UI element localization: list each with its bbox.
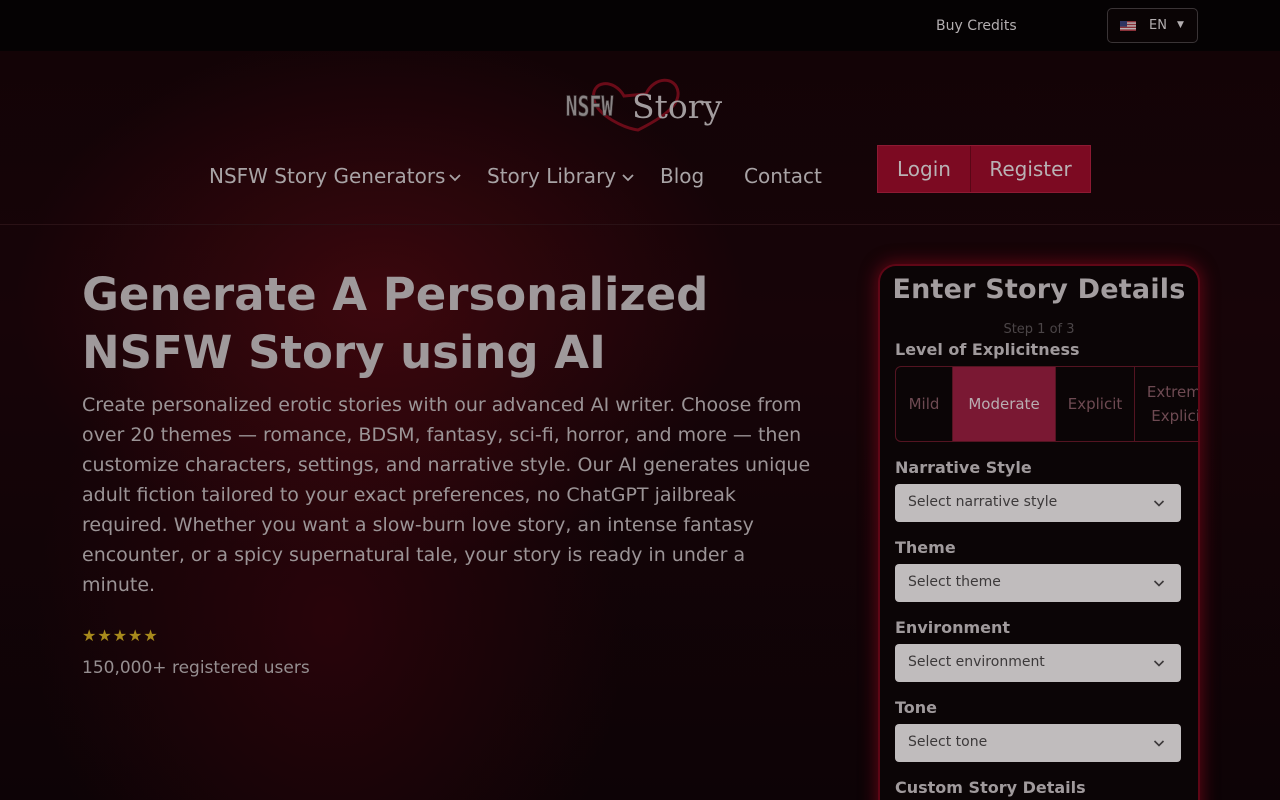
story-details-panel: Enter Story Details Step 1 of 3 Level of… — [880, 266, 1198, 800]
hero-title: Generate A Personalized NSFW Story using… — [82, 266, 782, 382]
nav-story-library[interactable]: Story Library — [487, 164, 616, 188]
caret-down-icon: ▼ — [1177, 20, 1184, 30]
nsfw-story-logo[interactable]: NSFW Story — [562, 72, 722, 134]
nav-blog[interactable]: Blog — [660, 164, 704, 188]
theme-label: Theme — [895, 538, 956, 557]
buy-credits-link[interactable]: Buy Credits — [936, 18, 1017, 34]
environment-select[interactable]: Select environment — [895, 644, 1181, 682]
narrative-style-value: Select narrative style — [908, 494, 1058, 510]
explicitness-option-mild[interactable]: Mild — [896, 367, 953, 441]
top-bar: Buy Credits EN ▼ — [0, 0, 1280, 51]
custom-details-label: Custom Story Details — [895, 778, 1086, 797]
us-flag-icon — [1120, 21, 1136, 31]
hero-title-line-2: NSFW Story using AI — [82, 326, 606, 379]
narrative-style-label: Narrative Style — [895, 458, 1032, 477]
svg-text:NSFW: NSFW — [566, 91, 614, 123]
star-icon: ★ — [82, 626, 97, 645]
star-icon: ★ — [112, 626, 128, 645]
star-icon: ★ — [97, 626, 112, 645]
hero-title-line-1: Generate A Personalized — [82, 268, 709, 321]
theme-select[interactable]: Select theme — [895, 564, 1181, 602]
tone-select[interactable]: Select tone — [895, 724, 1181, 762]
panel-title: Enter Story Details — [892, 274, 1186, 305]
star-icon: ★ — [128, 626, 143, 645]
theme-value: Select theme — [908, 574, 1001, 590]
chevron-down-icon[interactable] — [621, 170, 635, 184]
explicitness-option-explicit[interactable]: Explicit — [1056, 367, 1135, 441]
language-selector[interactable]: EN ▼ — [1107, 8, 1198, 43]
rating-stars: ★ ★ ★ ★ ★ — [82, 627, 158, 645]
chevron-down-icon[interactable] — [448, 170, 462, 184]
explicitness-selector: Mild Moderate Explicit Extreme Explicit — [895, 366, 1198, 442]
language-code: EN — [1149, 18, 1167, 33]
chevron-down-icon — [1153, 580, 1165, 587]
nav-story-generators[interactable]: NSFW Story Generators — [209, 164, 445, 188]
svg-text:Story: Story — [632, 87, 722, 126]
explicitness-option-moderate[interactable]: Moderate — [953, 367, 1056, 441]
environment-label: Environment — [895, 618, 1011, 637]
login-button[interactable]: Login — [878, 146, 971, 192]
tone-value: Select tone — [908, 734, 988, 750]
explicitness-option-extreme[interactable]: Extreme Explicit — [1135, 367, 1198, 441]
environment-value: Select environment — [908, 654, 1045, 670]
star-icon: ★ — [143, 626, 158, 645]
nav-contact[interactable]: Contact — [744, 164, 822, 188]
narrative-style-select[interactable]: Select narrative style — [895, 484, 1181, 522]
registered-users-count: 150,000+ registered users — [82, 658, 310, 678]
chevron-down-icon — [1153, 660, 1165, 667]
header-divider — [0, 224, 1280, 225]
chevron-down-icon — [1153, 500, 1165, 507]
step-indicator: Step 1 of 3 — [1003, 322, 1075, 337]
explicitness-label: Level of Explicitness — [895, 340, 1080, 359]
auth-buttons: Login Register — [877, 145, 1091, 193]
chevron-down-icon — [1153, 740, 1165, 747]
tone-label: Tone — [895, 698, 938, 717]
register-button[interactable]: Register — [971, 146, 1090, 192]
hero-description: Create personalized erotic stories with … — [82, 394, 811, 596]
